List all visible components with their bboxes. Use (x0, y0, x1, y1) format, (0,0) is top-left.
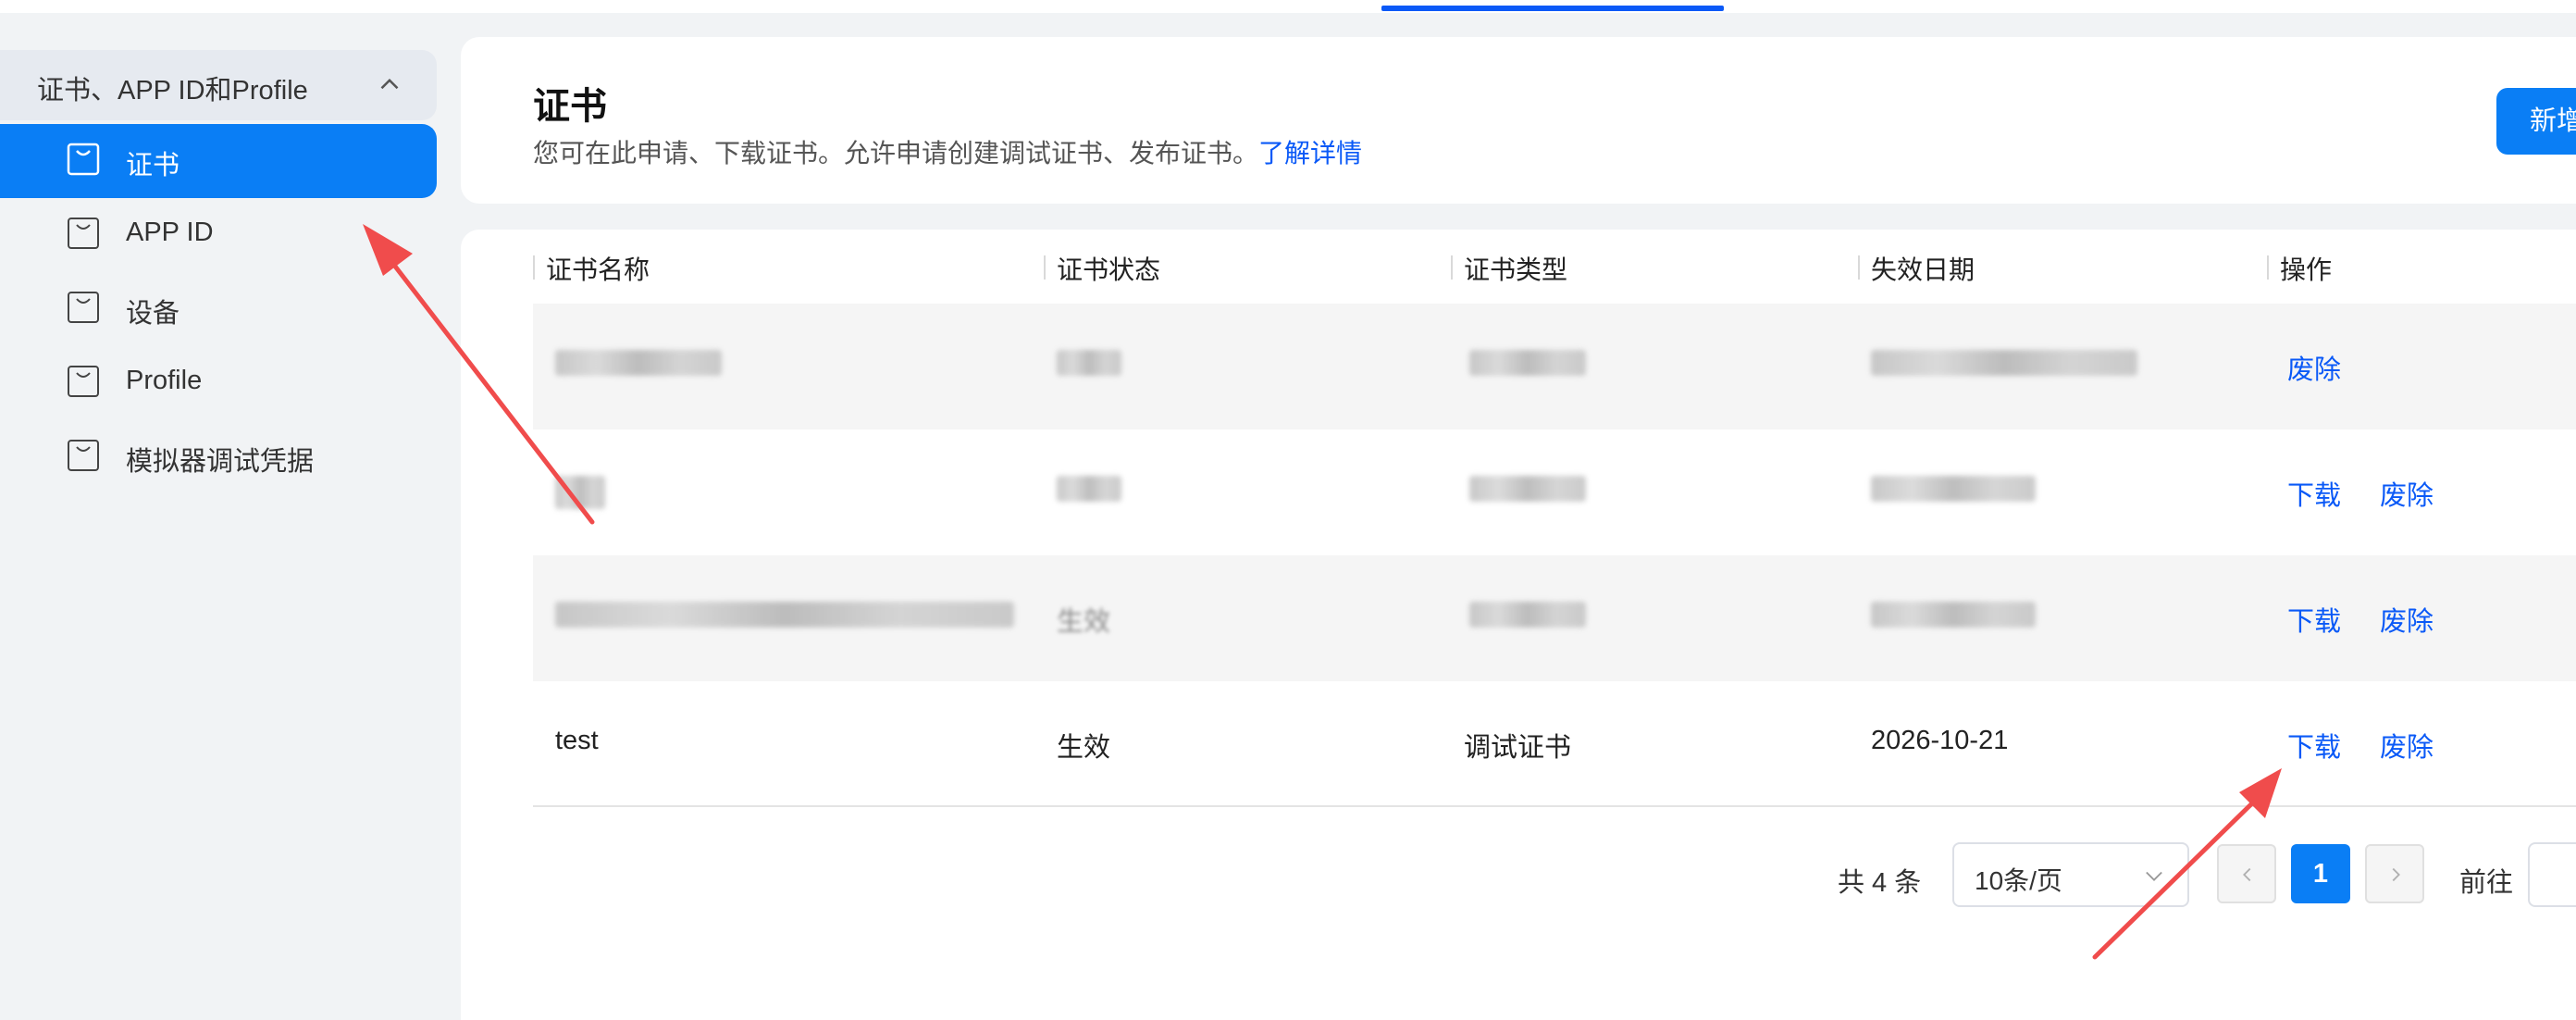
column-header-expiry: 失效日期 (1858, 250, 1975, 287)
sidebar: 证书、APP ID和Profile 证书 APP ID 设备 Profile 模… (0, 37, 459, 1020)
certificate-table-card: 证书名称 证书状态 证书类型 失效日期 操作 废除 下载 废除 生效 下载 废除… (461, 230, 2576, 1020)
new-certificate-button[interactable]: 新增 (2496, 88, 2576, 155)
page-description: 您可在此申请、下载证书。允许申请创建调试证书、发布证书。了解详情 (533, 133, 1362, 170)
revoke-link[interactable]: 废除 (2380, 726, 2434, 765)
sidebar-item-certificate[interactable]: 证书 (0, 124, 437, 198)
sidebar-group-label: 证书、APP ID和Profile (37, 76, 308, 106)
table-row: 下载 废除 (533, 429, 2576, 555)
sidebar-item-label: 模拟器调试凭据 (126, 447, 315, 477)
redacted-name (555, 350, 722, 376)
sidebar-item-emulator-credentials[interactable]: 模拟器调试凭据 (0, 420, 437, 494)
column-header-name: 证书名称 (533, 250, 650, 287)
bag-icon (68, 292, 99, 323)
column-header-actions: 操作 (2267, 250, 2332, 287)
certificate-expiry: 2026-10-21 (1871, 726, 2009, 755)
page-header-card: 证书 您可在此申请、下载证书。允许申请创建调试证书、发布证书。了解详情 新增 (461, 37, 2576, 204)
download-link[interactable]: 下载 (2287, 726, 2341, 765)
sidebar-item-profile[interactable]: Profile (0, 346, 437, 420)
sidebar-item-label: APP ID (126, 218, 214, 247)
page-number-current[interactable]: 1 (2291, 844, 2350, 903)
pagination: 共 4 条 10条/页 1 前往 (461, 840, 2576, 914)
chevron-right-icon (2392, 867, 2400, 882)
redacted-name (555, 476, 605, 509)
bag-icon (68, 366, 99, 397)
certificate-status: 生效 (1057, 733, 1111, 763)
sidebar-item-app-id[interactable]: APP ID (0, 198, 437, 272)
bag-icon (67, 143, 100, 176)
table-divider (533, 805, 2576, 807)
redacted-expiry (1871, 602, 2036, 628)
status-text: 生效 (1057, 607, 1111, 637)
redacted-status (1057, 350, 1121, 376)
download-link[interactable]: 下载 (2287, 600, 2341, 639)
bag-icon (68, 440, 99, 471)
certificate-type: 调试证书 (1464, 733, 1572, 763)
bag-icon (68, 218, 99, 249)
redacted-expiry (1871, 476, 2036, 502)
prev-page-button[interactable] (2217, 844, 2276, 903)
sidebar-item-label: 设备 (126, 299, 180, 329)
next-page-button[interactable] (2365, 844, 2424, 903)
page-size-select[interactable]: 10条/页 (1952, 842, 2189, 907)
goto-label: 前往 (2459, 868, 2514, 898)
revoke-link[interactable]: 废除 (2287, 348, 2341, 387)
chevron-left-icon (2243, 867, 2251, 882)
revoke-link[interactable]: 废除 (2380, 474, 2434, 513)
chevron-down-icon (2146, 871, 2162, 881)
top-nav-bar (0, 0, 2576, 13)
total-count: 共 4 条 (1838, 868, 1922, 898)
table-row: test 生效 调试证书 2026-10-21 下载 废除 (533, 681, 2576, 807)
chevron-up-icon (380, 78, 399, 90)
goto-page-input[interactable] (2528, 842, 2576, 907)
revoke-link[interactable]: 废除 (2380, 600, 2434, 639)
sidebar-item-label: Profile (126, 366, 203, 395)
redacted-expiry (1871, 350, 2137, 376)
active-tab-indicator (1381, 6, 1724, 11)
certificate-name: test (555, 726, 599, 755)
redacted-type (1469, 602, 1586, 628)
redacted-name (555, 602, 1014, 628)
table-row: 废除 (533, 304, 2576, 429)
learn-more-link[interactable]: 了解详情 (1258, 139, 1362, 168)
sidebar-item-devices[interactable]: 设备 (0, 272, 437, 346)
column-header-status: 证书状态 (1044, 250, 1160, 287)
page-title: 证书 (533, 86, 607, 127)
table-header: 证书名称 证书状态 证书类型 失效日期 操作 (533, 230, 2576, 304)
redacted-type (1469, 476, 1586, 502)
redacted-type (1469, 350, 1586, 376)
sidebar-item-label: 证书 (126, 151, 180, 180)
sidebar-group-header[interactable]: 证书、APP ID和Profile (0, 50, 437, 120)
column-header-type: 证书类型 (1451, 250, 1567, 287)
table-row: 生效 下载 废除 (533, 555, 2576, 681)
download-link[interactable]: 下载 (2287, 474, 2341, 513)
description-text: 您可在此申请、下载证书。允许申请创建调试证书、发布证书。 (533, 139, 1259, 168)
page-size-value: 10条/页 (1975, 866, 2062, 895)
redacted-status (1057, 476, 1121, 502)
